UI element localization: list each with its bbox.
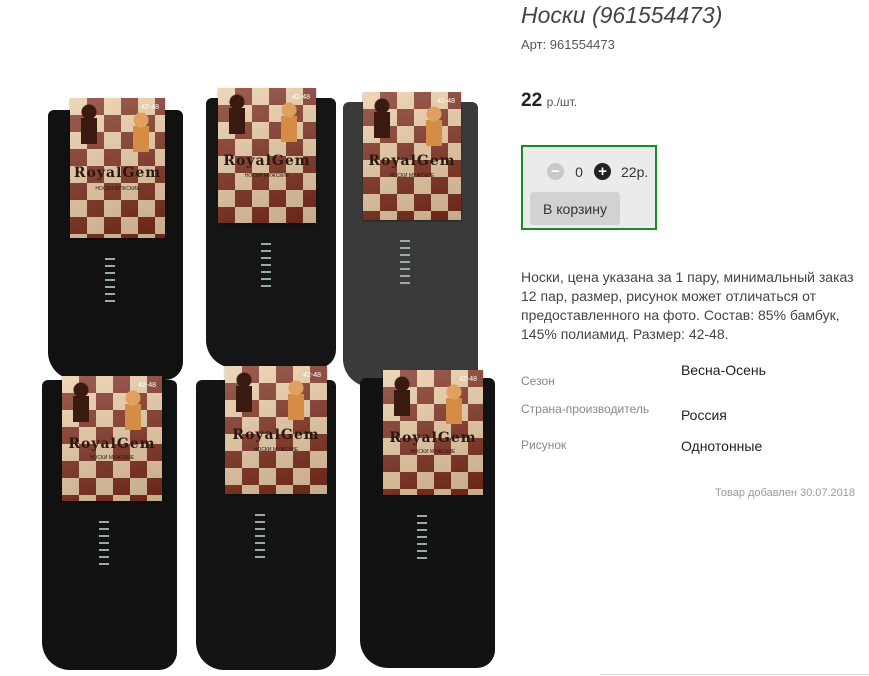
- size-label: 42-48: [437, 98, 455, 105]
- sock-pattern: [98, 521, 109, 565]
- card-subtitle: НОСКИ МУЖСКИЕ: [410, 448, 456, 455]
- chess-pawn-icon: [80, 104, 98, 144]
- property-key: Рисунок: [521, 438, 567, 452]
- added-date-note: Товар добавлен 30.07.2018: [715, 487, 856, 499]
- card-subtitle: НОСКИ МУЖСКИЕ: [95, 186, 140, 193]
- package-card: RoyalGem НОСКИ МУЖСКИЕ 42-48: [363, 92, 461, 220]
- property-row: Сезон Весна-Осень: [521, 362, 781, 402]
- size-label: 42-48: [303, 372, 321, 379]
- minus-icon[interactable]: −: [547, 163, 564, 180]
- product-article: Арт: 961554473: [521, 37, 615, 52]
- chess-pawn-icon: [124, 390, 142, 430]
- add-to-cart-box: − 0 + 22р. В корзину: [521, 145, 657, 230]
- size-label: 42-48: [141, 104, 159, 111]
- price-unit: р./шт.: [546, 95, 578, 109]
- package-card: RoyalGem НОСКИ МУЖСКИЕ 42-48: [225, 366, 327, 494]
- card-subtitle: НОСКИ МУЖСКИЕ: [389, 172, 435, 179]
- property-value: Однотонные: [680, 438, 763, 454]
- brand-logo: RoyalGem: [389, 430, 477, 446]
- product-description: Носки, цена указана за 1 пару, минимальн…: [521, 269, 854, 342]
- card-subtitle: НОСКИ МУЖСКИЕ: [244, 173, 290, 180]
- chess-pawn-icon: [235, 372, 253, 412]
- size-label: 42-48: [138, 382, 156, 389]
- plus-icon[interactable]: +: [594, 163, 611, 180]
- price-value: 22: [521, 90, 543, 111]
- divider: [600, 674, 869, 675]
- package-card: RoyalGem НОСКИ МУЖСКИЕ 42-48: [62, 376, 162, 501]
- property-key: Страна-производитель: [521, 402, 650, 416]
- product-photo[interactable]: RoyalGem НОСКИ МУЖСКИЕ 42-48 RoyalGem НОСКИ …: [38, 80, 508, 670]
- quantity-stepper: − 0 + 22р.: [547, 163, 648, 180]
- product-title: Носки (961554473): [521, 2, 723, 28]
- cart-sum: 22р.: [621, 163, 649, 180]
- card-subtitle: НОСКИ МУЖСКИЕ: [89, 454, 135, 461]
- add-to-cart-button[interactable]: В корзину: [530, 192, 620, 225]
- chess-pawn-icon: [425, 106, 443, 146]
- property-key: Сезон: [521, 374, 555, 388]
- package-card: RoyalGem НОСКИ МУЖСКИЕ 42-48: [70, 98, 165, 238]
- brand-logo: RoyalGem: [68, 436, 156, 452]
- brand-logo: RoyalGem: [232, 427, 320, 444]
- size-label: 42-48: [292, 94, 310, 101]
- property-row: Рисунок Однотонные: [521, 438, 781, 454]
- product-price: 22 р./шт.: [521, 90, 577, 112]
- brand-logo: RoyalGem: [73, 165, 162, 182]
- quantity-value[interactable]: 0: [564, 164, 594, 180]
- chess-pawn-icon: [373, 98, 391, 138]
- brand-logo: RoyalGem: [368, 153, 456, 170]
- sock-pattern: [416, 515, 427, 559]
- chess-pawn-icon: [393, 376, 411, 416]
- product-properties: Сезон Весна-Осень Страна-производитель Р…: [521, 362, 781, 454]
- property-value: Весна-Осень: [680, 362, 766, 378]
- chess-pawn-icon: [228, 94, 246, 134]
- chess-pawn-icon: [132, 112, 150, 152]
- chess-pawn-icon: [280, 102, 298, 142]
- package-card: RoyalGem НОСКИ МУЖСКИЕ 42-48: [218, 88, 316, 223]
- sock-pattern: [399, 240, 410, 284]
- chess-pawn-icon: [72, 382, 90, 422]
- size-label: 42-48: [459, 376, 477, 383]
- chess-pawn-icon: [287, 380, 305, 420]
- card-subtitle: НОСКИ МУЖСКИЕ: [253, 446, 299, 453]
- chess-pawn-icon: [445, 384, 463, 424]
- property-row: Страна-производитель Россия: [521, 402, 781, 438]
- brand-logo: RoyalGem: [223, 152, 311, 169]
- sock-pattern: [254, 514, 265, 558]
- sock-pattern: [260, 243, 271, 287]
- sock-pattern: [104, 258, 115, 302]
- package-card: RoyalGem НОСКИ МУЖСКИЕ 42-48: [383, 370, 483, 495]
- property-value: Россия: [680, 407, 727, 423]
